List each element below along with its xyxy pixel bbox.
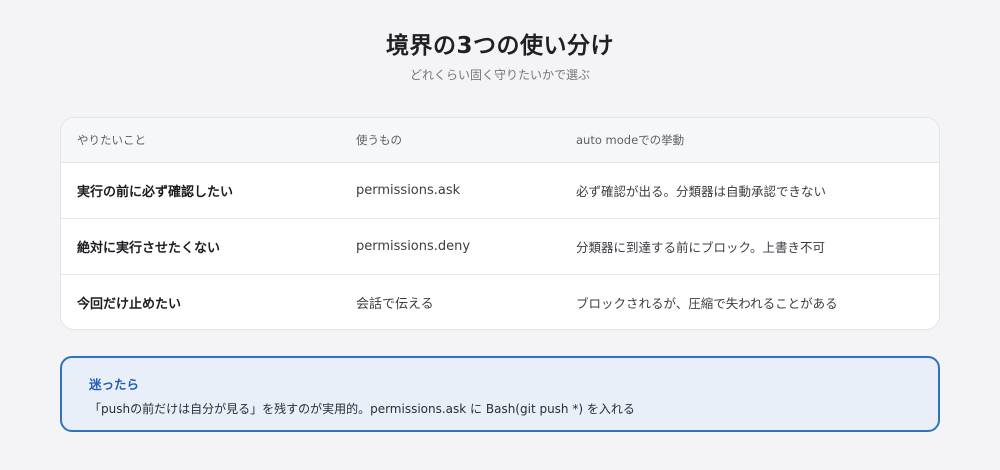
table-row: 今回だけ止めたい 会話で伝える ブロックされるが、圧縮で失われることがある bbox=[61, 275, 939, 329]
header-tool: 使うもの bbox=[356, 133, 402, 147]
row-behavior: ブロックされるが、圧縮で失われることがある bbox=[576, 296, 838, 311]
table-row: 絶対に実行させたくない permissions.deny 分類器に到達する前にブ… bbox=[61, 219, 939, 275]
tip-title: 迷ったら bbox=[89, 377, 140, 392]
page-subtitle: どれくらい固く守りたいかで選ぶ bbox=[409, 68, 590, 82]
tip-text: 「pushの前だけは自分が見る」を残すのが実用的。permissions.ask… bbox=[89, 402, 635, 416]
row-tool: permissions.deny bbox=[356, 239, 471, 254]
row-tool: 会話で伝える bbox=[356, 297, 434, 312]
comparison-table: やりたいこと 使うもの auto modeでの挙動 実行の前に必ず確認したい p… bbox=[60, 117, 940, 330]
row-want: 今回だけ止めたい bbox=[77, 297, 182, 312]
row-want: 実行の前に必ず確認したい bbox=[77, 185, 234, 200]
row-behavior: 必ず確認が出る。分類器は自動承認できない bbox=[576, 184, 827, 199]
row-tool: permissions.ask bbox=[356, 183, 461, 198]
row-behavior: 分類器に到達する前にブロック。上書き不可 bbox=[576, 240, 826, 255]
table-header: やりたいこと 使うもの auto modeでの挙動 bbox=[61, 118, 939, 163]
page-title: 境界の3つの使い分け bbox=[385, 33, 614, 59]
table-row: 実行の前に必ず確認したい permissions.ask 必ず確認が出る。分類器… bbox=[61, 163, 939, 219]
header-behavior: auto modeでの挙動 bbox=[576, 133, 685, 147]
tip-callout: 迷ったら 「pushの前だけは自分が見る」を残すのが実用的。permission… bbox=[60, 356, 940, 432]
header-want: やりたいこと bbox=[77, 133, 146, 147]
row-want: 絶対に実行させたくない bbox=[77, 241, 221, 256]
